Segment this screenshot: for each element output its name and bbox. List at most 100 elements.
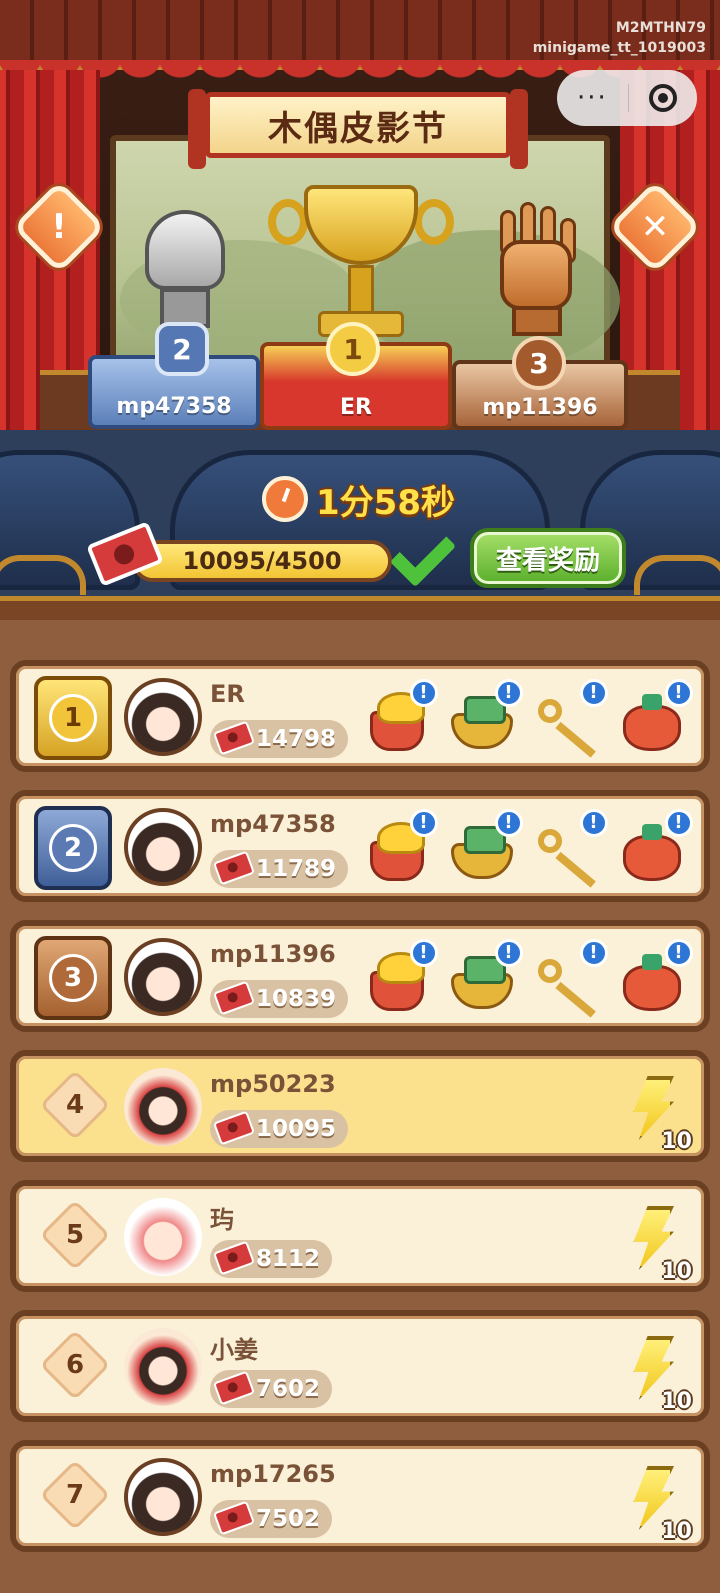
- info-badge-icon[interactable]: !: [409, 679, 438, 707]
- reward-items: ! ! ! !: [354, 932, 694, 1032]
- rank-number: 5: [65, 1220, 85, 1250]
- treasure-chest-icon[interactable]: !: [447, 809, 523, 887]
- event-title: 木偶皮影节: [268, 108, 448, 149]
- info-badge-icon[interactable]: !: [579, 809, 608, 837]
- ticket-icon: [212, 1500, 256, 1536]
- info-badge-icon[interactable]: !: [494, 809, 523, 837]
- info-badge-icon[interactable]: !: [664, 679, 693, 707]
- countdown-timer: 1分58秒: [262, 474, 455, 524]
- player-name: mp47358: [210, 810, 336, 838]
- info-badge-icon[interactable]: !: [579, 939, 608, 967]
- lucky-bag-icon[interactable]: !: [617, 939, 693, 1017]
- avatar[interactable]: [124, 808, 202, 886]
- silver-fist-rank-icon: 2: [34, 806, 112, 890]
- scroll-rod-right: [510, 89, 528, 169]
- ticket-score: 10839: [210, 980, 349, 1018]
- exit-target-icon[interactable]: [648, 84, 677, 112]
- silver-fist-trophy-icon: [140, 210, 230, 330]
- energy-bolt-reward[interactable]: 10: [622, 1202, 692, 1286]
- player-name: ER: [210, 680, 245, 708]
- gold-ingot-shape: [369, 692, 425, 751]
- clock-icon: [262, 476, 308, 522]
- info-badge-icon[interactable]: !: [664, 809, 693, 837]
- device-code: M2MTHN79: [615, 20, 706, 36]
- player-name: mp11396: [210, 940, 336, 968]
- gold-ingot-shape: [369, 952, 425, 1011]
- avatar[interactable]: [124, 1198, 202, 1276]
- ticket-icon: [212, 1370, 256, 1406]
- ticket-score: 14798: [210, 720, 349, 758]
- ticket-icon: [212, 1110, 256, 1146]
- stage-podium-area: M2MTHN79 minigame_tt_1019003 ··· 木偶皮影节 !…: [0, 0, 720, 460]
- info-badge-icon[interactable]: !: [664, 939, 693, 967]
- leaderboard-list[interactable]: 1 ER 14798 ! ! ! ! 2 mp47358 11789 ! ! !…: [0, 620, 720, 1593]
- info-badge-icon[interactable]: !: [409, 809, 438, 837]
- reward-items: ! ! ! !: [354, 802, 694, 902]
- rank-number: 2: [49, 824, 97, 872]
- leaderboard-row[interactable]: 7 mp17265 7502 10: [10, 1440, 710, 1552]
- reward-amount: 10: [661, 1389, 692, 1414]
- score-value: 10839: [256, 986, 337, 1012]
- avatar[interactable]: [124, 1328, 202, 1406]
- key-icon[interactable]: !: [532, 939, 608, 1017]
- ticket-icon: [212, 980, 256, 1016]
- lucky-bag-icon[interactable]: !: [617, 679, 693, 757]
- view-rewards-button[interactable]: 查看奖励: [470, 528, 626, 588]
- fist-palm: [145, 210, 225, 290]
- info-badge-icon[interactable]: !: [409, 939, 438, 967]
- energy-bolt-reward[interactable]: 10: [622, 1332, 692, 1416]
- gold-cup-rank-icon: 1: [34, 676, 112, 760]
- key-icon[interactable]: !: [532, 809, 608, 887]
- hand-palm: [500, 240, 572, 310]
- leaderboard-row[interactable]: 1 ER 14798 ! ! ! !: [10, 660, 710, 772]
- score-value: 14798: [256, 726, 337, 752]
- ticket-score: 7602: [210, 1370, 333, 1408]
- score-value: 8112: [256, 1246, 321, 1272]
- leaderboard-row-current-user[interactable]: 4 mp50223 10095 10: [10, 1050, 710, 1162]
- cup-handle-right: [414, 199, 454, 245]
- energy-bolt-reward[interactable]: 10: [622, 1072, 692, 1156]
- device-id: M2MTHN79 minigame_tt_1019003: [533, 18, 706, 58]
- checkmark-icon: [384, 526, 456, 592]
- player-name: 小姜: [210, 1336, 258, 1364]
- progress-text: 10095/4500: [182, 547, 342, 575]
- treasure-chest-icon[interactable]: !: [447, 939, 523, 1017]
- info-badge-icon[interactable]: !: [494, 939, 523, 967]
- info-badge-icon[interactable]: !: [579, 679, 608, 707]
- avatar[interactable]: [124, 1068, 202, 1146]
- energy-bolt-reward[interactable]: 10: [622, 1462, 692, 1546]
- rank-diamond: 7: [39, 1459, 111, 1531]
- lucky-bag-icon[interactable]: !: [617, 809, 693, 887]
- ticket-score: 11789: [210, 850, 349, 888]
- leaderboard-row[interactable]: 3 mp11396 10839 ! ! ! !: [10, 920, 710, 1032]
- gold-ingot-shape: [369, 822, 425, 881]
- key-shape: [537, 699, 562, 723]
- podium-rank-2-badge: 2: [155, 322, 209, 376]
- key-shape: [537, 959, 562, 983]
- gold-ingot-icon[interactable]: !: [362, 939, 438, 1017]
- treasure-chest-icon[interactable]: !: [447, 679, 523, 757]
- leaderboard-row[interactable]: 5 玙 8112 10: [10, 1180, 710, 1292]
- bronze-hand-rank-icon: 3: [34, 936, 112, 1020]
- score-value: 7602: [256, 1376, 321, 1402]
- podium-first-name: ER: [340, 395, 372, 420]
- avatar[interactable]: [124, 678, 202, 756]
- cup-handle-left: [268, 199, 308, 245]
- reward-amount: 10: [661, 1259, 692, 1284]
- gold-ingot-icon[interactable]: !: [362, 809, 438, 887]
- lucky-bag-shape: [622, 694, 681, 751]
- leaderboard-row[interactable]: 6 小姜 7602 10: [10, 1310, 710, 1422]
- treasure-chest-shape: [450, 956, 513, 1009]
- treasure-chest-shape: [450, 826, 513, 879]
- score-value: 10095: [256, 1116, 337, 1142]
- more-options-icon[interactable]: ···: [577, 85, 608, 111]
- avatar[interactable]: [124, 1458, 202, 1536]
- key-icon[interactable]: !: [532, 679, 608, 757]
- mini-program-menu: ···: [557, 70, 697, 126]
- leaderboard-row[interactable]: 2 mp47358 11789 ! ! ! !: [10, 790, 710, 902]
- score-value: 11789: [256, 856, 337, 882]
- avatar[interactable]: [124, 938, 202, 1016]
- info-badge-icon[interactable]: !: [494, 679, 523, 707]
- gold-ingot-icon[interactable]: !: [362, 679, 438, 757]
- podium-third-name: mp11396: [482, 395, 598, 420]
